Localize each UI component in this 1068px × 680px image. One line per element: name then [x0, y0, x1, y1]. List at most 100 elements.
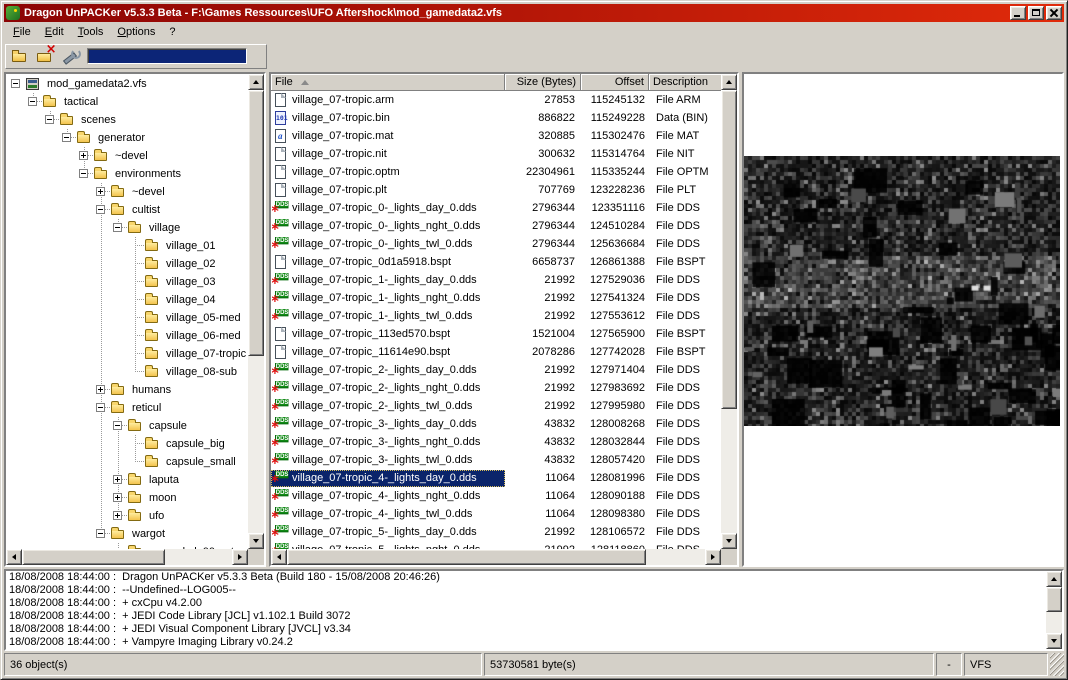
- file-row[interactable]: village_07-tropic_2-_lights_nght_0.dds21…: [271, 379, 721, 397]
- tree-horizontal-scrollbar[interactable]: [6, 549, 248, 565]
- maximize-button[interactable]: [1028, 6, 1044, 20]
- collapse-icon[interactable]: [45, 115, 54, 124]
- collapse-icon[interactable]: [96, 205, 105, 214]
- close-file-button[interactable]: [33, 46, 57, 67]
- expand-icon[interactable]: [96, 385, 105, 394]
- file-row[interactable]: village_07-tropic_11614e90.bspt207828612…: [271, 343, 721, 361]
- file-row[interactable]: village_07-tropic.arm27853115245132File …: [271, 91, 721, 109]
- scroll-left-button[interactable]: [271, 549, 287, 565]
- scroll-up-button[interactable]: [248, 74, 264, 90]
- expand-icon[interactable]: [113, 493, 122, 502]
- scroll-down-button[interactable]: [1046, 633, 1062, 649]
- menu-tools[interactable]: Tools: [71, 23, 111, 41]
- tree-item[interactable]: laputa: [6, 471, 248, 489]
- menu-options[interactable]: Options: [110, 23, 162, 41]
- file-row[interactable]: village_07-tropic_0-_lights_day_0.dds279…: [271, 199, 721, 217]
- collapse-icon[interactable]: [96, 403, 105, 412]
- file-row[interactable]: village_07-tropic_0d1a5918.bspt665873712…: [271, 253, 721, 271]
- file-row[interactable]: village_07-tropic_113ed570.bspt152100412…: [271, 325, 721, 343]
- tree-item[interactable]: ~devel: [6, 147, 248, 165]
- file-row[interactable]: village_07-tropic_1-_lights_day_0.dds219…: [271, 271, 721, 289]
- tree-item[interactable]: capsule_small: [6, 453, 248, 471]
- tree-item[interactable]: scenes: [6, 111, 248, 129]
- scroll-up-button[interactable]: [1046, 571, 1062, 587]
- titlebar[interactable]: Dragon UnPACKer v5.3.3 Beta - F:\Games R…: [4, 4, 1064, 22]
- file-row[interactable]: village_07-tropic.plt707769123228236File…: [271, 181, 721, 199]
- file-row[interactable]: village_07-tropic_5-_lights_day_0.dds219…: [271, 523, 721, 541]
- file-row[interactable]: village_07-tropic_0-_lights_twl_0.dds279…: [271, 235, 721, 253]
- scroll-thumb[interactable]: [287, 549, 646, 565]
- expand-icon[interactable]: [79, 151, 88, 160]
- file-row[interactable]: village_07-tropic.mat320885115302476File…: [271, 127, 721, 145]
- tree-item[interactable]: ~devel: [6, 183, 248, 201]
- tree-item[interactable]: capsule_big: [6, 435, 248, 453]
- scroll-up-button[interactable]: [721, 74, 737, 90]
- file-row[interactable]: village_07-tropic_2-_lights_twl_0.dds219…: [271, 397, 721, 415]
- open-file-button[interactable]: [8, 46, 32, 67]
- tree-item[interactable]: reticul: [6, 399, 248, 417]
- list-vertical-scrollbar[interactable]: [721, 74, 737, 549]
- scroll-down-button[interactable]: [248, 533, 264, 549]
- menu-edit[interactable]: Edit: [38, 23, 71, 41]
- file-row[interactable]: village_07-tropic_0-_lights_nght_0.dds27…: [271, 217, 721, 235]
- tree-item[interactable]: village_08-sub: [6, 363, 248, 381]
- collapse-icon[interactable]: [96, 529, 105, 538]
- tree-item[interactable]: mod_gamedata2.vfs: [6, 75, 248, 93]
- tree-item[interactable]: village_04: [6, 291, 248, 309]
- file-row[interactable]: village_07-tropic_3-_lights_day_0.dds438…: [271, 415, 721, 433]
- file-row[interactable]: village_07-tropic_4-_lights_day_0.dds110…: [271, 469, 721, 487]
- scroll-track[interactable]: [721, 90, 737, 533]
- scroll-thumb[interactable]: [248, 90, 264, 356]
- collapse-icon[interactable]: [28, 97, 37, 106]
- menu-file[interactable]: File: [6, 23, 38, 41]
- log-vertical-scrollbar[interactable]: [1046, 571, 1062, 649]
- tree-item[interactable]: village_06-med: [6, 327, 248, 345]
- file-row[interactable]: village_07-tropic_2-_lights_day_0.dds219…: [271, 361, 721, 379]
- file-row[interactable]: village_07-tropic_5-_lights_nght_0.dds21…: [271, 541, 721, 549]
- menu-help[interactable]: ?: [162, 23, 182, 41]
- file-row[interactable]: village_07-tropic_3-_lights_nght_0.dds43…: [271, 433, 721, 451]
- scroll-thumb[interactable]: [1046, 587, 1062, 612]
- file-row[interactable]: village_07-tropic_1-_lights_twl_0.dds219…: [271, 307, 721, 325]
- file-row[interactable]: village_07-tropic.bin886822115249228Data…: [271, 109, 721, 127]
- tree-item[interactable]: village_07-tropic: [6, 345, 248, 363]
- tree-item[interactable]: generator: [6, 129, 248, 147]
- tree-item[interactable]: environments: [6, 165, 248, 183]
- scroll-thumb[interactable]: [22, 549, 165, 565]
- hyperripper-button[interactable]: [58, 46, 82, 67]
- file-row[interactable]: village_07-tropic.nit300632115314764File…: [271, 145, 721, 163]
- scroll-track[interactable]: [22, 549, 232, 565]
- collapse-icon[interactable]: [79, 169, 88, 178]
- file-row[interactable]: village_07-tropic_3-_lights_twl_0.dds438…: [271, 451, 721, 469]
- tree-item[interactable]: village_02: [6, 255, 248, 273]
- close-button[interactable]: [1046, 6, 1062, 20]
- tree-item[interactable]: wargot: [6, 525, 248, 543]
- file-row[interactable]: village_07-tropic_4-_lights_twl_0.dds110…: [271, 505, 721, 523]
- tree-item[interactable]: moon: [6, 489, 248, 507]
- tree-item[interactable]: village_01: [6, 237, 248, 255]
- tree-item[interactable]: humans: [6, 381, 248, 399]
- tree-item[interactable]: cultist: [6, 201, 248, 219]
- tree-vertical-scrollbar[interactable]: [248, 74, 264, 549]
- tree-item[interactable]: ufo: [6, 507, 248, 525]
- resize-grip[interactable]: [1050, 653, 1064, 676]
- expand-icon[interactable]: [113, 511, 122, 520]
- minimize-button[interactable]: [1010, 6, 1026, 20]
- scroll-thumb[interactable]: [721, 90, 737, 409]
- scroll-track[interactable]: [248, 90, 264, 533]
- tree-item[interactable]: village_03: [6, 273, 248, 291]
- scroll-left-button[interactable]: [6, 549, 22, 565]
- collapse-icon[interactable]: [62, 133, 71, 142]
- scroll-track[interactable]: [287, 549, 705, 565]
- tree-item[interactable]: village_05-med: [6, 309, 248, 327]
- file-row[interactable]: village_07-tropic_1-_lights_nght_0.dds21…: [271, 289, 721, 307]
- collapse-icon[interactable]: [113, 223, 122, 232]
- collapse-icon[interactable]: [11, 79, 20, 88]
- tree-item[interactable]: capsule: [6, 417, 248, 435]
- column-header-file[interactable]: File: [271, 74, 505, 91]
- column-header-description[interactable]: Description: [649, 74, 721, 91]
- collapse-icon[interactable]: [113, 421, 122, 430]
- scroll-down-button[interactable]: [721, 533, 737, 549]
- file-row[interactable]: village_07-tropic.optm22304961115335244F…: [271, 163, 721, 181]
- scroll-track[interactable]: [1046, 587, 1062, 633]
